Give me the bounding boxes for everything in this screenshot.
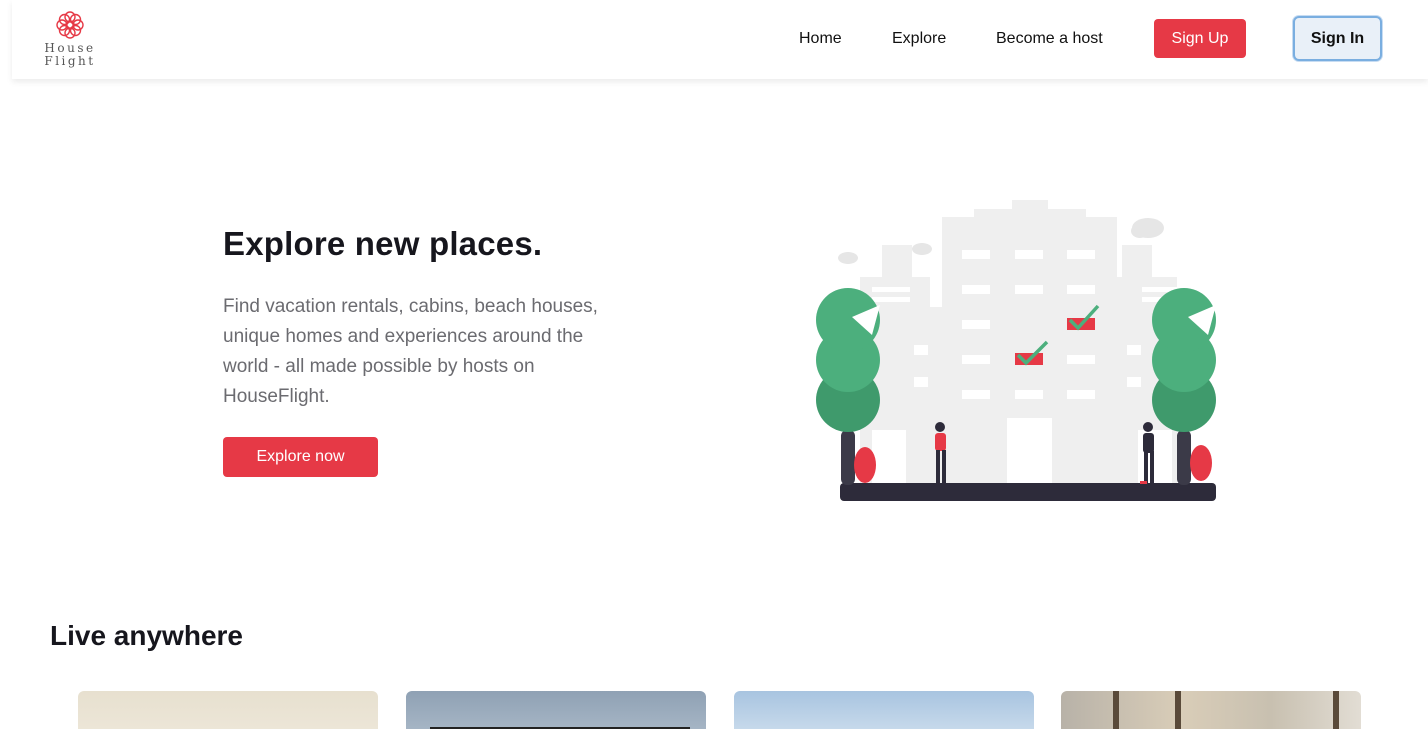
sign-in-button[interactable]: Sign In <box>1293 16 1382 61</box>
card-image-detail <box>1333 691 1339 729</box>
hero-description: Find vacation rentals, cabins, beach hou… <box>223 296 598 407</box>
logo[interactable]: House Flight <box>42 8 98 72</box>
listing-card[interactable] <box>1061 691 1361 729</box>
listing-card[interactable] <box>406 691 706 729</box>
hero-title: Explore new places. <box>223 225 543 262</box>
navbar: House Flight Home Explore Become a host … <box>12 0 1428 79</box>
ground <box>840 483 1216 501</box>
nav-home-link[interactable]: Home <box>799 30 842 48</box>
logo-text-flight: Flight <box>44 54 96 68</box>
listing-card[interactable] <box>78 691 378 729</box>
listing-card[interactable] <box>734 691 1034 729</box>
sign-up-button[interactable]: Sign Up <box>1154 19 1246 58</box>
live-anywhere-title: Live anywhere <box>50 620 243 651</box>
card-image-detail <box>1175 691 1181 729</box>
hero-illustration <box>816 200 1216 501</box>
nav-become-host-link[interactable]: Become a host <box>996 30 1103 48</box>
explore-now-button[interactable]: Explore now <box>223 437 378 477</box>
card-image-detail <box>1113 691 1119 729</box>
tree-icon <box>816 288 880 485</box>
nav-explore-link[interactable]: Explore <box>892 30 946 48</box>
logo-icon <box>56 11 84 39</box>
